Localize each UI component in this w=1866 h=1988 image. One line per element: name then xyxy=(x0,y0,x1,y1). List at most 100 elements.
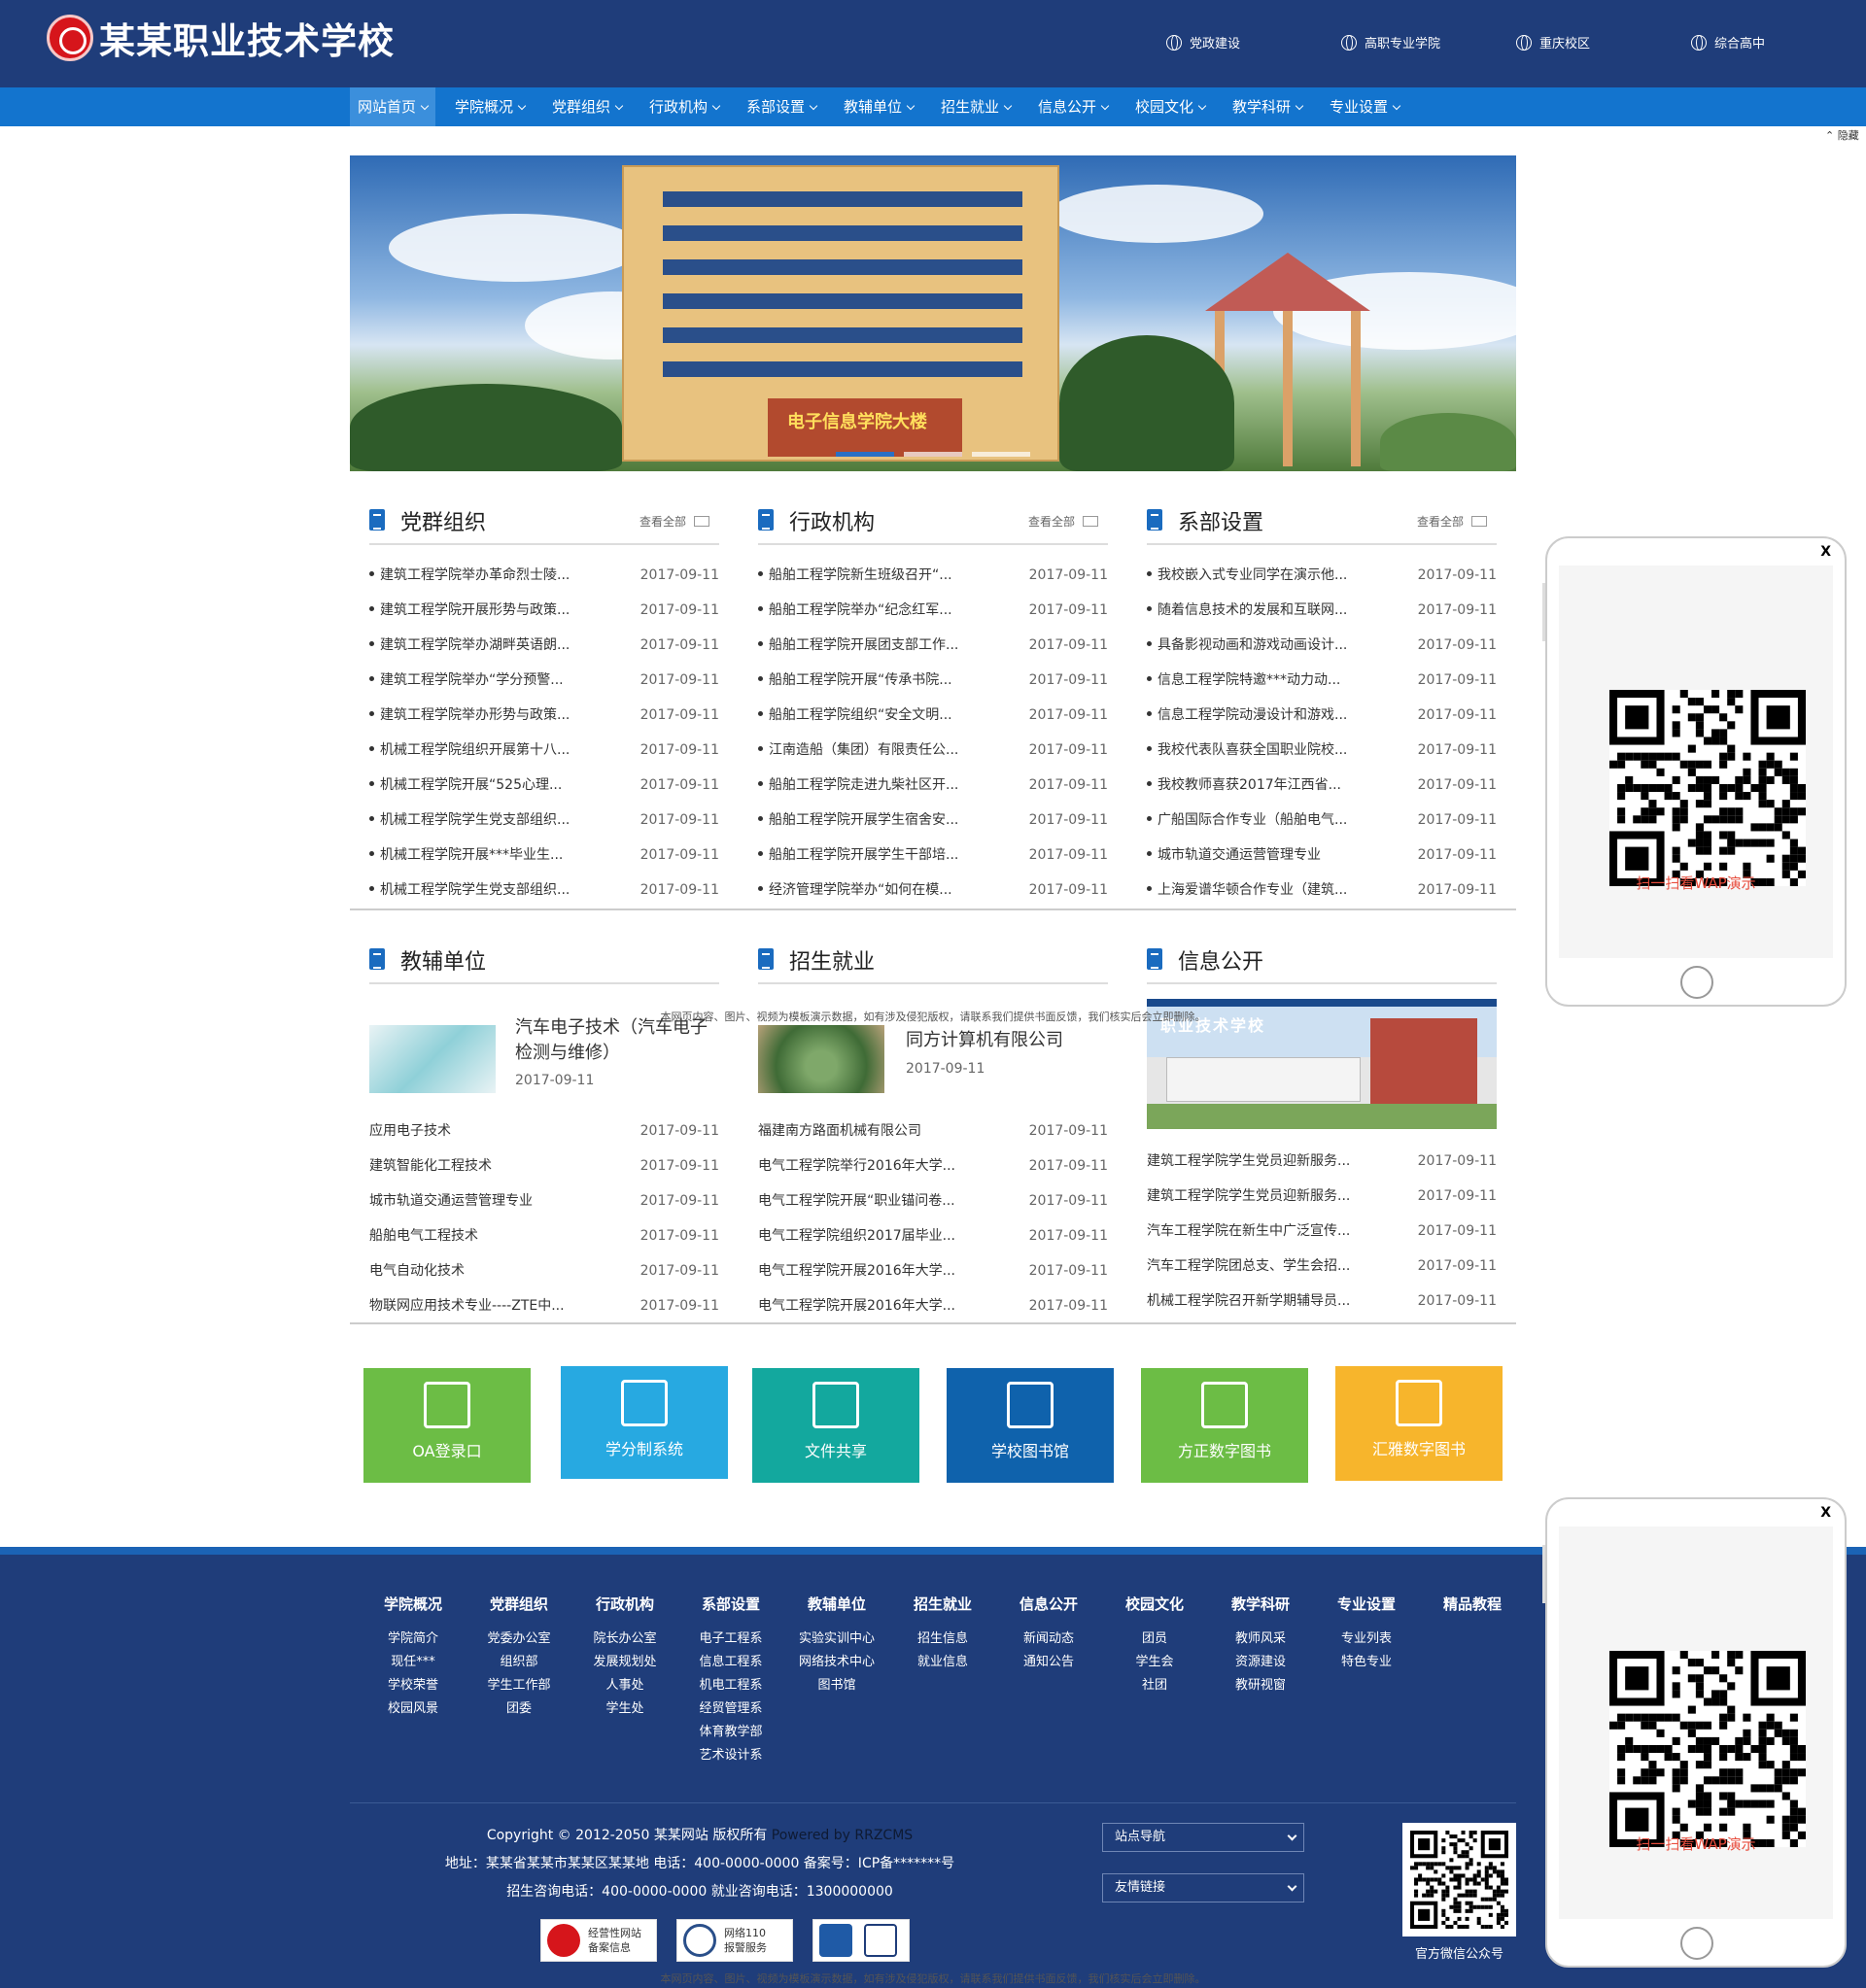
news-item[interactable]: 城市轨道交通运营管理专业 2017-09-11 xyxy=(369,1183,719,1218)
footer-heading[interactable]: 教学科研 xyxy=(1207,1594,1314,1614)
top-link-chongqing[interactable]: 重庆校区 xyxy=(1516,33,1590,51)
powered-by-link[interactable]: Powered by RRZCMS xyxy=(772,1828,913,1843)
news-item[interactable]: 建筑智能化工程技术 2017-09-11 xyxy=(369,1148,719,1183)
nav-item-home[interactable]: 网站首页 xyxy=(350,87,436,126)
top-link-party[interactable]: 党政建设 xyxy=(1166,33,1240,51)
footer-heading[interactable]: 招生就业 xyxy=(889,1594,996,1614)
slide-dot-active[interactable] xyxy=(836,452,894,457)
close-icon[interactable]: X xyxy=(1820,544,1831,560)
news-item[interactable]: 船舶工程学院走进九柴社区开... 2017-09-11 xyxy=(758,768,1108,803)
nav-item-info[interactable]: 信息公开 xyxy=(1030,87,1116,126)
news-title[interactable]: 机械工程学院组织开展第十八... xyxy=(380,742,570,758)
news-title[interactable]: 汽车工程学院团总支、学生会招... xyxy=(1147,1258,1350,1274)
footer-heading[interactable]: 党群组织 xyxy=(466,1594,572,1614)
footer-link[interactable]: 学生会 xyxy=(1101,1651,1208,1674)
footer-link[interactable]: 团员 xyxy=(1101,1628,1208,1651)
footer-heading[interactable]: 精品教程 xyxy=(1419,1594,1526,1614)
news-title[interactable]: 应用电子技术 xyxy=(369,1123,451,1139)
news-title[interactable]: 信息工程学院动漫设计和游戏... xyxy=(1158,707,1347,723)
nav-item-admissions[interactable]: 招生就业 xyxy=(933,87,1019,126)
news-title[interactable]: 城市轨道交通运营管理专业 xyxy=(1158,847,1321,863)
view-all-link[interactable]: 查看全部 xyxy=(639,513,709,530)
news-item[interactable]: 建筑工程学院举办革命烈士陵... 2017-09-11 xyxy=(369,558,719,593)
nav-item-about[interactable]: 学院概况 xyxy=(447,87,533,126)
footer-heading[interactable]: 信息公开 xyxy=(995,1594,1102,1614)
news-item[interactable]: 建筑工程学院举办湖畔英语朗... 2017-09-11 xyxy=(369,628,719,663)
badge-security[interactable] xyxy=(812,1919,910,1962)
news-item[interactable]: 船舶工程学院新生班级召开“... 2017-09-11 xyxy=(758,558,1108,593)
footer-link[interactable]: 学院简介 xyxy=(360,1628,466,1651)
news-title[interactable]: 电气自动化技术 xyxy=(369,1263,465,1279)
news-item[interactable]: 船舶电气工程技术 2017-09-11 xyxy=(369,1218,719,1253)
tile-file-share[interactable]: 文件共享 xyxy=(752,1368,919,1483)
nav-item-majors[interactable]: 专业设置 xyxy=(1322,87,1407,126)
news-item[interactable]: 随着信息技术的发展和互联网... 2017-09-11 xyxy=(1147,593,1497,628)
close-icon[interactable]: X xyxy=(1820,1505,1831,1521)
footer-link[interactable]: 机电工程系 xyxy=(677,1674,784,1697)
news-title[interactable]: 上海爱谱华顿合作专业（建筑... xyxy=(1158,882,1347,898)
footer-heading[interactable]: 校园文化 xyxy=(1101,1594,1208,1614)
news-item[interactable]: 船舶工程学院开展学生宿舍安... 2017-09-11 xyxy=(758,803,1108,838)
news-item[interactable]: 船舶工程学院开展“传承书院... 2017-09-11 xyxy=(758,663,1108,698)
nav-item-party[interactable]: 党群组织 xyxy=(544,87,630,126)
footer-heading[interactable]: 专业设置 xyxy=(1313,1594,1420,1614)
view-all-link[interactable]: 查看全部 xyxy=(1028,513,1098,530)
news-item[interactable]: 信息工程学院动漫设计和游戏... 2017-09-11 xyxy=(1147,698,1497,733)
footer-link[interactable]: 招生信息 xyxy=(889,1628,996,1651)
footer-link[interactable]: 电子工程系 xyxy=(677,1628,784,1651)
news-item[interactable]: 我校教师喜获2017年江西省... 2017-09-11 xyxy=(1147,768,1497,803)
nav-item-research[interactable]: 教学科研 xyxy=(1225,87,1310,126)
news-item[interactable]: 物联网应用技术专业----ZTE中... 2017-09-11 xyxy=(369,1288,719,1323)
news-item[interactable]: 上海爱谱华顿合作专业（建筑... 2017-09-11 xyxy=(1147,873,1497,908)
footer-link[interactable]: 学生工作部 xyxy=(466,1674,572,1697)
news-item[interactable]: 电气工程学院开展2016年大学... 2017-09-11 xyxy=(758,1288,1108,1323)
news-item[interactable]: 建筑工程学院举办形势与政策... 2017-09-11 xyxy=(369,698,719,733)
footer-link[interactable]: 新闻动态 xyxy=(995,1628,1102,1651)
news-item[interactable]: 具备影视动画和游戏动画设计... 2017-09-11 xyxy=(1147,628,1497,663)
footer-link[interactable]: 党委办公室 xyxy=(466,1628,572,1651)
hide-toggle[interactable]: ⌃ 隐藏 xyxy=(1825,127,1859,143)
news-title[interactable]: 电气工程学院开展“职业锚问卷... xyxy=(758,1193,955,1209)
nav-item-departments[interactable]: 系部设置 xyxy=(739,87,824,126)
news-item[interactable]: 机械工程学院开展***毕业生... 2017-09-11 xyxy=(369,838,719,873)
view-all-link[interactable]: 查看全部 xyxy=(1417,513,1487,530)
footer-link[interactable]: 组织部 xyxy=(466,1651,572,1674)
news-title[interactable]: 福建南方路面机械有限公司 xyxy=(758,1123,921,1139)
footer-heading[interactable]: 行政机构 xyxy=(571,1594,678,1614)
footer-link[interactable]: 体育教学部 xyxy=(677,1721,784,1744)
feature-thumbnail[interactable] xyxy=(758,1025,884,1093)
news-title[interactable]: 建筑工程学院学生党员迎新服务... xyxy=(1147,1188,1350,1204)
news-item[interactable]: 建筑工程学院学生党员迎新服务... 2017-09-11 xyxy=(1147,1179,1497,1214)
tile-huiya-ebooks[interactable]: 汇雅数字图书 xyxy=(1335,1366,1503,1481)
news-item[interactable]: 城市轨道交通运营管理专业 2017-09-11 xyxy=(1147,838,1497,873)
news-item[interactable]: 福建南方路面机械有限公司 2017-09-11 xyxy=(758,1114,1108,1148)
footer-link[interactable]: 实验实训中心 xyxy=(783,1628,890,1651)
news-title[interactable]: 建筑工程学院举办“学分预警... xyxy=(380,672,564,688)
hero-banner[interactable]: 电子信息学院大楼 xyxy=(350,155,1516,471)
badge-police-110[interactable]: 网络110 报警服务 xyxy=(676,1919,793,1962)
news-title[interactable]: 我校嵌入式专业同学在演示他... xyxy=(1158,567,1347,583)
news-title[interactable]: 机械工程学院开展“525心理... xyxy=(380,777,562,793)
footer-link[interactable]: 院长办公室 xyxy=(571,1628,678,1651)
slide-dot[interactable] xyxy=(972,452,1030,457)
news-title[interactable]: 船舶工程学院开展团支部工作... xyxy=(769,637,958,653)
site-nav-select[interactable]: 站点导航 xyxy=(1102,1823,1304,1852)
news-title[interactable]: 建筑工程学院学生党员迎新服务... xyxy=(1147,1153,1350,1169)
nav-item-culture[interactable]: 校园文化 xyxy=(1127,87,1213,126)
badge-business-record[interactable]: 经营性网站 备案信息 xyxy=(540,1919,657,1962)
news-title[interactable]: 建筑工程学院举办形势与政策... xyxy=(380,707,570,723)
footer-link[interactable]: 校园风景 xyxy=(360,1697,466,1721)
footer-link[interactable]: 特色专业 xyxy=(1313,1651,1420,1674)
news-item[interactable]: 信息工程学院特邀***动力动... 2017-09-11 xyxy=(1147,663,1497,698)
news-title[interactable]: 船舶工程学院开展学生干部培... xyxy=(769,847,958,863)
top-link-highschool[interactable]: 综合高中 xyxy=(1691,33,1765,51)
news-item[interactable]: 江南造船（集团）有限责任公... 2017-09-11 xyxy=(758,733,1108,768)
news-item[interactable]: 电气自动化技术 2017-09-11 xyxy=(369,1253,719,1288)
news-title[interactable]: 船舶工程学院开展“传承书院... xyxy=(769,672,952,688)
news-item[interactable]: 建筑工程学院举办“学分预警... 2017-09-11 xyxy=(369,663,719,698)
news-title[interactable]: 广船国际合作专业（船舶电气... xyxy=(1158,812,1347,828)
tile-oa-login[interactable]: OA登录口 xyxy=(363,1368,531,1483)
news-title[interactable]: 汽车工程学院在新生中广泛宣传... xyxy=(1147,1223,1350,1239)
footer-heading[interactable]: 教辅单位 xyxy=(783,1594,890,1614)
news-item[interactable]: 建筑工程学院学生党员迎新服务... 2017-09-11 xyxy=(1147,1144,1497,1179)
